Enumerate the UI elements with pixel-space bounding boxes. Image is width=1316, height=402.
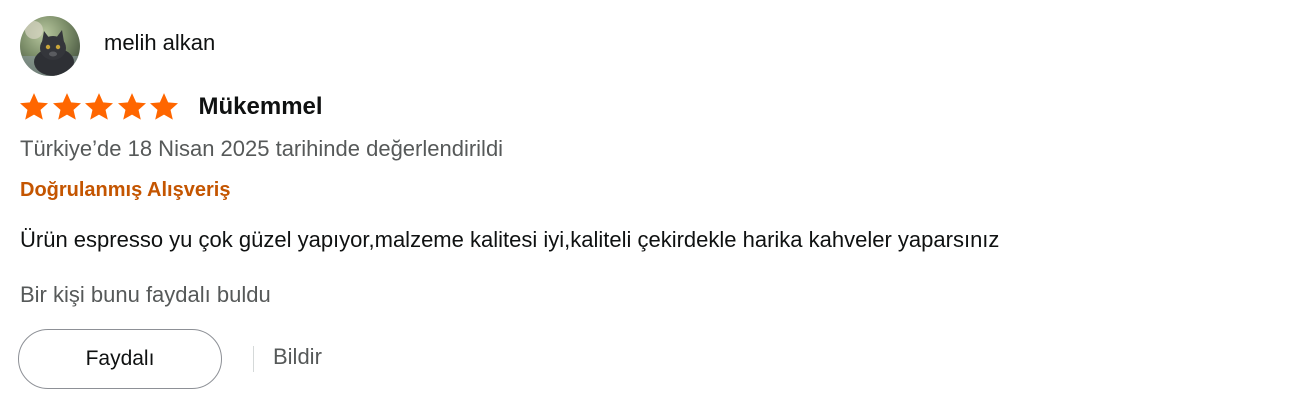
helpful-count-text: Bir kişi bunu faydalı buldu: [20, 282, 271, 307]
star-rating[interactable]: [18, 91, 181, 123]
review-actions: Faydalı Bildir: [18, 328, 322, 390]
verified-purchase-badge[interactable]: Doğrulanmış Alışveriş: [20, 176, 230, 204]
reviewer-profile[interactable]: melih alkan: [20, 16, 215, 76]
rating-row: Mükemmel: [18, 90, 323, 124]
star-icon: [18, 91, 50, 123]
review-body: Ürün espresso yu çok güzel yapıyor,malze…: [20, 227, 1000, 252]
star-icon: [83, 91, 115, 123]
profile-avatar-icon[interactable]: [20, 16, 80, 76]
star-icon: [51, 91, 83, 123]
star-icon: [148, 91, 180, 123]
reviewer-name[interactable]: melih alkan: [104, 30, 215, 56]
action-divider: [253, 346, 254, 372]
star-icon: [116, 91, 148, 123]
helpful-button[interactable]: Faydalı: [18, 329, 222, 389]
review-title[interactable]: Mükemmel: [199, 93, 323, 121]
customer-review: melih alkan Mükemmel Türkiye’de 18 Nisan…: [0, 0, 1316, 402]
report-link[interactable]: Bildir: [273, 342, 322, 372]
review-date: Türkiye’de 18 Nisan 2025 tarihinde değer…: [20, 136, 504, 161]
